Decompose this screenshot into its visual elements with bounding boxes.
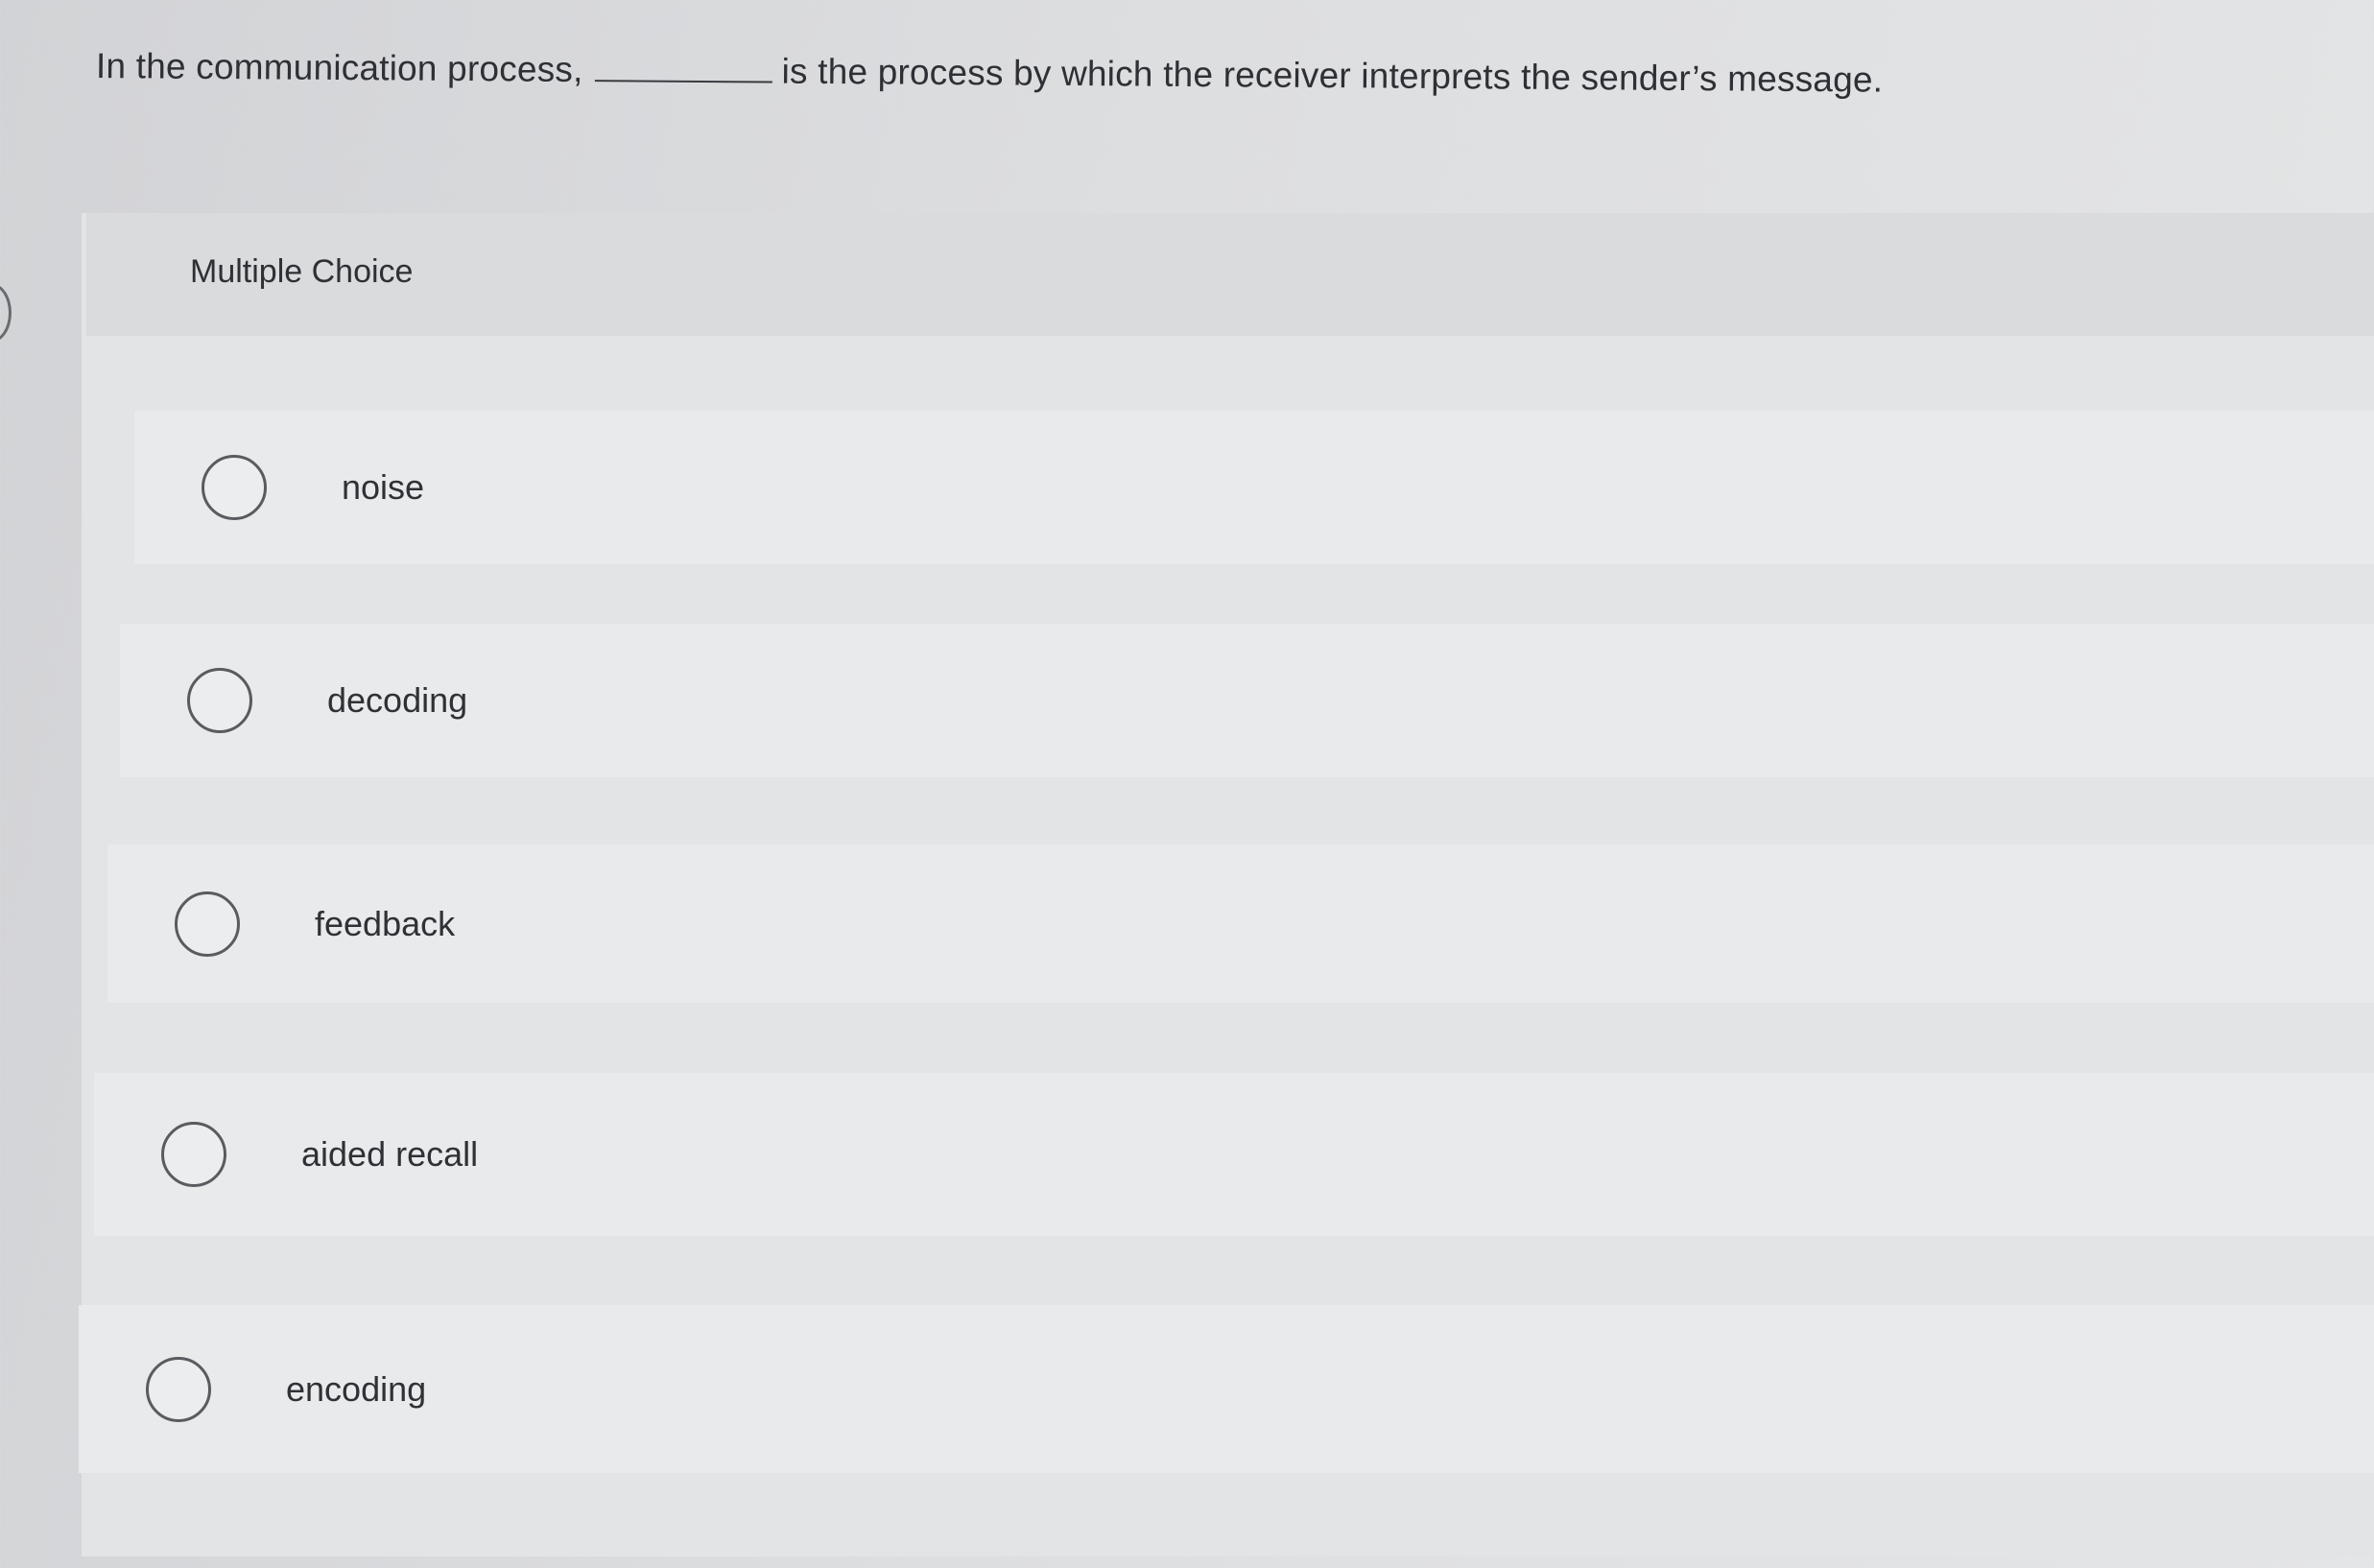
- option-label: feedback: [315, 903, 456, 943]
- radio-button-encoding[interactable]: [146, 1356, 211, 1422]
- question-text-after: is the process by which the receiver int…: [781, 51, 1884, 100]
- answer-option-aided-recall[interactable]: aided recall: [94, 1073, 2374, 1236]
- question-text-before: In the communication process,: [95, 46, 583, 89]
- answer-blank: [594, 79, 772, 83]
- question-prompt: In the communication process, is the pro…: [96, 46, 1884, 101]
- option-label: aided recall: [301, 1134, 479, 1174]
- option-label: decoding: [327, 680, 468, 720]
- radio-button-decoding[interactable]: [187, 668, 252, 733]
- multiple-choice-label: Multiple Choice: [190, 253, 414, 290]
- multiple-choice-header: [86, 213, 2374, 336]
- answer-option-feedback[interactable]: feedback: [107, 844, 2374, 1003]
- answer-option-decoding[interactable]: decoding: [120, 624, 2374, 777]
- radio-button-aided-recall[interactable]: [161, 1122, 226, 1187]
- radio-button-feedback[interactable]: [175, 891, 240, 957]
- answer-option-encoding[interactable]: encoding: [79, 1305, 2374, 1473]
- option-label: encoding: [286, 1368, 427, 1409]
- partial-control-edge: [0, 283, 12, 343]
- option-label: noise: [342, 467, 425, 507]
- answer-option-noise[interactable]: noise: [134, 411, 2374, 564]
- radio-button-noise[interactable]: [202, 455, 267, 520]
